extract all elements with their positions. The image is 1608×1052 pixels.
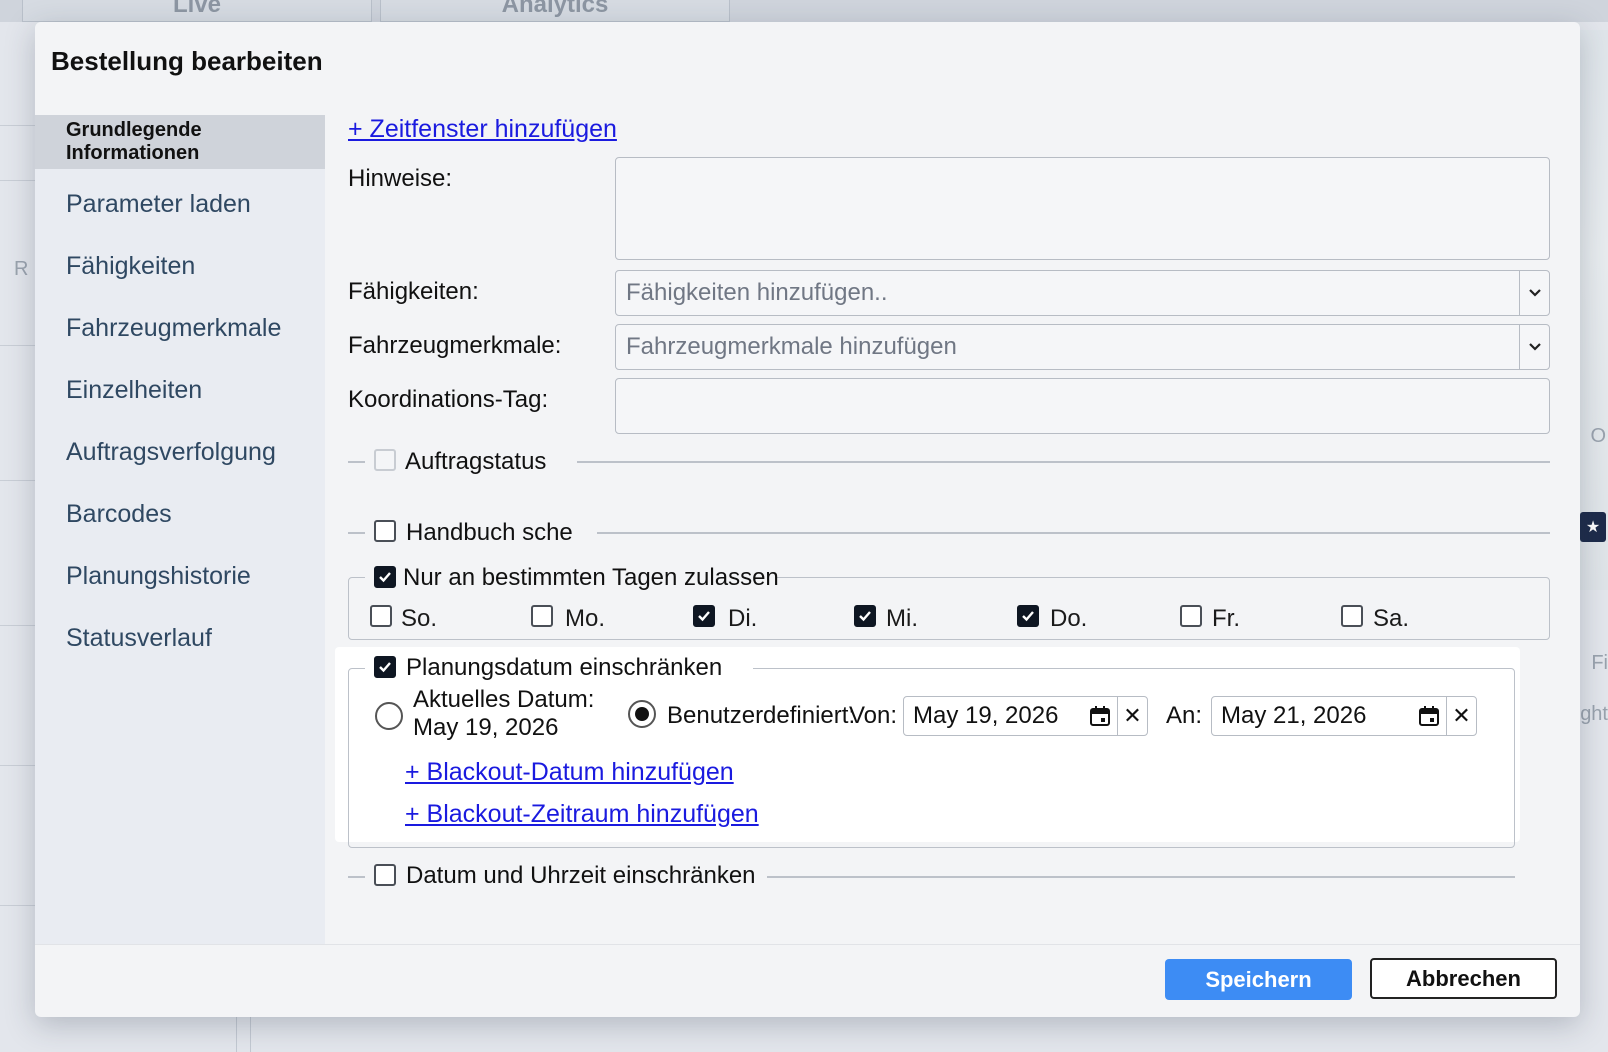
chevron-down-icon[interactable]	[1519, 325, 1549, 369]
planning-date-checkbox[interactable]	[374, 656, 396, 678]
from-date-value: May 19, 2026	[913, 702, 1059, 729]
from-date-field[interactable]: May 19, 2026 ✕	[903, 696, 1148, 736]
day-label-sunday: So.	[401, 605, 438, 632]
sidebar-item-label: Parameter laden	[66, 189, 251, 218]
vehicle-features-select[interactable]: Fahrzeugmerkmale hinzufügen	[615, 324, 1550, 370]
day-checkbox-thursday[interactable]	[1017, 605, 1039, 627]
clear-date-icon[interactable]: ✕	[1117, 697, 1147, 735]
sidebar-item-label: Statusverlauf	[66, 623, 212, 652]
sidebar-item-label: Fahrzeugmerkmale	[66, 313, 282, 342]
day-label-wednesday: Mi.	[886, 605, 918, 632]
day-label-friday: Fr.	[1212, 605, 1240, 632]
sidebar-item-vehicle-features[interactable]: Fahrzeugmerkmale	[35, 301, 325, 355]
star-icon: ★	[1580, 512, 1606, 542]
sidebar-item-label: Barcodes	[66, 499, 172, 528]
background-tab-label: Analytics	[501, 0, 609, 18]
order-status-checkbox[interactable]	[374, 449, 396, 471]
from-label: Von:	[849, 702, 898, 729]
calendar-icon[interactable]	[1083, 705, 1117, 727]
restrict-datetime-label: Datum und Uhrzeit einschränken	[406, 862, 756, 889]
background-divider	[0, 765, 36, 766]
day-checkbox-saturday[interactable]	[1341, 605, 1363, 627]
custom-date-label: Benutzerdefiniert:	[667, 702, 856, 729]
day-label-thursday: Do.	[1050, 605, 1088, 632]
current-date-radio[interactable]	[375, 702, 403, 730]
sidebar-item-details[interactable]: Einzelheiten	[35, 363, 325, 417]
current-date-value: May 19, 2026	[413, 714, 559, 741]
to-date-field[interactable]: May 21, 2026 ✕	[1211, 696, 1477, 736]
vehicle-features-placeholder: Fahrzeugmerkmale hinzufügen	[626, 333, 957, 360]
sidebar-item-order-tracking[interactable]: Auftragsverfolgung	[35, 425, 325, 479]
dialog-sidebar: Grundlegende Informationen Parameter lad…	[35, 115, 325, 945]
add-time-window-link[interactable]: + Zeitfenster hinzufügen	[348, 115, 617, 144]
sidebar-item-basic-info[interactable]: Grundlegende Informationen	[35, 115, 325, 169]
background-divider	[0, 125, 36, 126]
edit-order-dialog: Bestellung bearbeiten Grundlegende Infor…	[35, 22, 1580, 1017]
chevron-down-icon[interactable]	[1519, 271, 1549, 315]
custom-date-radio[interactable]	[628, 700, 656, 728]
background-text-fragment: R	[14, 258, 29, 280]
sidebar-item-skills[interactable]: Fähigkeiten	[35, 239, 325, 293]
background-map	[1577, 30, 1608, 590]
sidebar-item-label: Planungshistorie	[66, 561, 251, 590]
sidebar-item-label: Fähigkeiten	[66, 251, 196, 280]
day-checkbox-monday[interactable]	[531, 605, 553, 627]
background-divider	[0, 480, 36, 481]
add-blackout-date-link[interactable]: + Blackout-Datum hinzufügen	[405, 758, 734, 787]
background-divider	[0, 345, 36, 346]
manual-schedule-checkbox[interactable]	[374, 520, 396, 542]
manual-schedule-label: Handbuch sche	[406, 519, 573, 546]
coordination-tag-input[interactable]	[615, 378, 1550, 434]
current-date-label: Aktuelles Datum:	[413, 686, 595, 713]
background-tab-label: Live	[172, 0, 222, 18]
day-checkbox-friday[interactable]	[1180, 605, 1202, 627]
skills-placeholder: Fähigkeiten hinzufügen..	[626, 279, 888, 306]
restrict-datetime-checkbox[interactable]	[374, 864, 396, 886]
allowed-days-label: Nur an bestimmten Tagen zulassen	[403, 564, 779, 591]
clear-date-icon[interactable]: ✕	[1446, 697, 1476, 735]
coordination-tag-label: Koordinations-Tag:	[348, 386, 549, 413]
to-date-value: May 21, 2026	[1221, 702, 1367, 729]
day-checkbox-tuesday[interactable]	[693, 605, 715, 627]
notes-label: Hinweise:	[348, 165, 453, 192]
calendar-icon[interactable]	[1412, 705, 1446, 727]
add-blackout-period-link[interactable]: + Blackout-Zeitraum hinzufügen	[405, 800, 759, 829]
footer-divider	[35, 944, 1580, 945]
background-text-fragment: O	[1590, 425, 1606, 447]
day-label-monday: Mo.	[565, 605, 606, 632]
sidebar-item-planning-history[interactable]: Planungshistorie	[35, 549, 325, 603]
day-checkbox-sunday[interactable]	[370, 605, 392, 627]
background-text-fragment: ght	[1580, 703, 1608, 725]
sidebar-item-label: Auftragsverfolgung	[66, 437, 276, 466]
background-divider	[0, 625, 36, 626]
planning-date-label: Planungsdatum einschränken	[406, 654, 723, 681]
sidebar-item-status-history[interactable]: Statusverlauf	[35, 611, 325, 665]
background-text-fragment: Fi	[1591, 652, 1608, 674]
notes-textarea[interactable]	[615, 157, 1550, 260]
background-divider	[236, 1015, 237, 1052]
sidebar-item-barcodes[interactable]: Barcodes	[35, 487, 325, 541]
day-label-saturday: Sa.	[1373, 605, 1410, 632]
vehicle-features-label: Fahrzeugmerkmale:	[348, 332, 562, 359]
day-checkbox-wednesday[interactable]	[854, 605, 876, 627]
sidebar-item-label: Einzelheiten	[66, 375, 203, 404]
background-divider	[0, 905, 36, 906]
background-tab-analytics: Analytics	[380, 0, 730, 22]
dialog-title: Bestellung bearbeiten	[51, 46, 323, 76]
sidebar-item-load-parameters[interactable]: Parameter laden	[35, 177, 325, 231]
skills-label: Fähigkeiten:	[348, 278, 479, 305]
skills-select[interactable]: Fähigkeiten hinzufügen..	[615, 270, 1550, 316]
background-divider	[250, 1015, 251, 1052]
cancel-button[interactable]: Abbrechen	[1370, 958, 1557, 999]
sidebar-item-label: Grundlegende Informationen	[66, 119, 202, 164]
order-status-label: Auftragstatus	[405, 448, 547, 475]
day-label-tuesday: Di.	[728, 605, 758, 632]
save-button[interactable]: Speichern	[1165, 959, 1352, 1000]
background-tab-live: Live	[22, 0, 372, 22]
background-divider	[0, 180, 36, 181]
allowed-days-checkbox[interactable]	[374, 566, 396, 588]
to-label: An:	[1166, 702, 1203, 729]
